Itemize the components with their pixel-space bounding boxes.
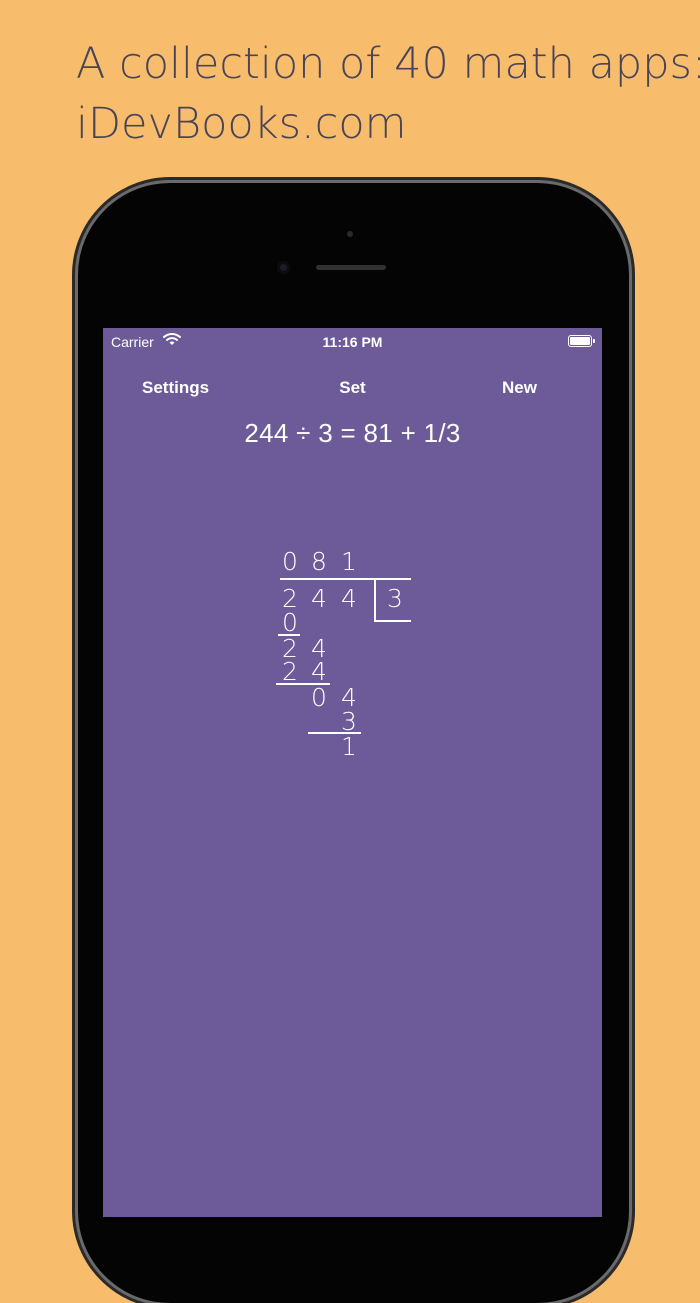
division-bar [280,578,411,580]
dividend-digit: 4 [311,584,327,613]
proximity-sensor [347,231,353,237]
quotient-digit: 0 [282,547,298,576]
quotient-digit: 1 [341,547,357,576]
front-camera-icon [277,261,290,274]
promo-line-1: A collection of 40 math apps: [76,39,700,89]
divisor-bracket-vertical [374,578,376,622]
quotient-digit: 8 [311,547,327,576]
partial-dividend-digit: 0 [311,683,327,712]
app-screen: Carrier 11:16 PM Settings Set New 244 ÷ … [103,328,602,1217]
step-product-digit: 2 [282,657,298,686]
long-division-work: 0 8 1 2 4 4 3 0 2 4 2 4 0 4 3 1 [103,328,602,1217]
divisor-bracket-bottom [374,620,411,622]
step-product-digit: 4 [311,657,327,686]
remainder-digit: 1 [341,732,357,761]
power-button [629,410,634,468]
dividend-digit: 4 [341,584,357,613]
promo-headline: A collection of 40 math apps: iDevBooks.… [76,34,700,154]
step-product-digit: 0 [282,608,298,637]
divisor-digit: 3 [387,584,403,613]
earpiece-speaker [316,265,386,270]
step-product-digit: 3 [341,707,357,736]
promo-line-2: iDevBooks.com [76,99,407,149]
